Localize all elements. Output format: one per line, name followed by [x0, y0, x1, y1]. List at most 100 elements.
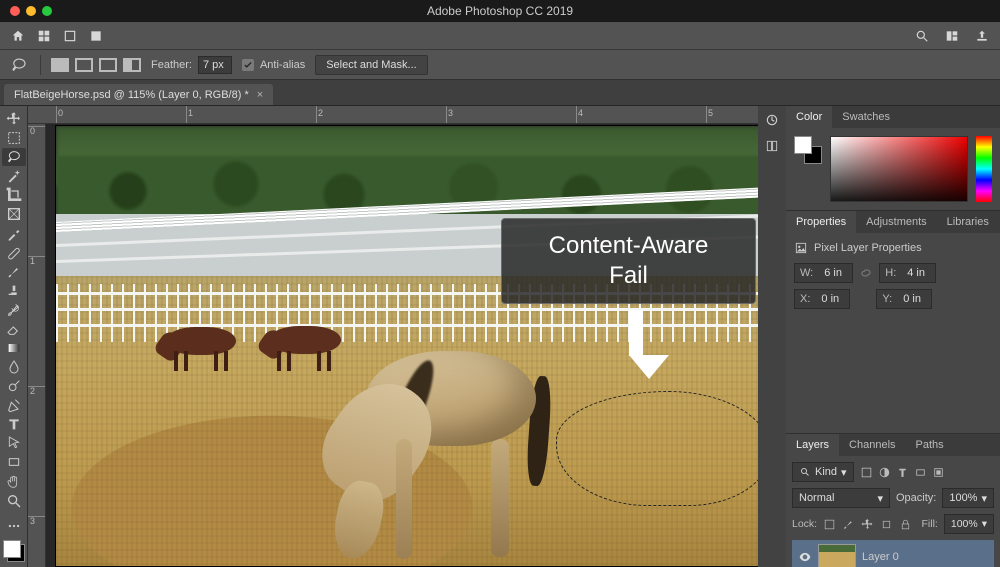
fg-color-swatch[interactable]	[3, 540, 21, 558]
selection-subtract-button[interactable]	[99, 58, 117, 72]
filter-adjust-icon[interactable]	[878, 466, 891, 479]
panel-fg-color[interactable]	[794, 136, 812, 154]
history-brush-tool[interactable]	[2, 301, 26, 319]
antialias-checkbox[interactable]	[242, 59, 254, 71]
tab-libraries[interactable]: Libraries	[937, 211, 999, 233]
document-canvas[interactable]: Content-Aware Fail	[56, 126, 758, 566]
pen-tool[interactable]	[2, 396, 26, 414]
document-tab[interactable]: FlatBeigeHorse.psd @ 115% (Layer 0, RGB/…	[4, 84, 273, 105]
app-title: Adobe Photoshop CC 2019	[0, 4, 1000, 18]
stamp-tool[interactable]	[2, 282, 26, 300]
fill-input[interactable]: 100%▾	[944, 514, 994, 534]
filter-pixel-icon[interactable]	[860, 466, 873, 479]
lock-transparent-icon[interactable]	[823, 518, 836, 531]
path-select-tool[interactable]	[2, 434, 26, 452]
selection-new-button[interactable]	[51, 58, 69, 72]
layer-name[interactable]: Layer 0	[862, 551, 899, 563]
lock-artboard-icon[interactable]	[880, 518, 893, 531]
zoom-window-icon[interactable]	[42, 6, 52, 16]
quick-select-tool[interactable]	[2, 167, 26, 185]
fg-bg-swatch[interactable]	[2, 540, 26, 563]
current-tool-thumb[interactable]	[8, 54, 30, 76]
close-tab-icon[interactable]: ×	[257, 89, 263, 101]
tab-layers[interactable]: Layers	[786, 434, 839, 456]
prop-x[interactable]: X:0 in	[794, 289, 850, 309]
right-panels: Color Swatches Properties Adjustments Li…	[786, 106, 1000, 567]
filter-smart-icon[interactable]	[932, 466, 945, 479]
hand-icon	[6, 474, 22, 490]
feather-input[interactable]	[198, 56, 232, 74]
vertical-ruler[interactable]: 0 1 2 3	[28, 124, 46, 567]
eyedropper-tool[interactable]	[2, 224, 26, 242]
layer-kind-filter[interactable]: Kind ▾	[792, 462, 854, 482]
collapsed-panel-1[interactable]	[762, 110, 782, 130]
workspaces-button[interactable]	[942, 26, 962, 46]
viewport[interactable]: Content-Aware Fail	[46, 124, 758, 567]
marquee-tool[interactable]	[2, 129, 26, 147]
tab-channels[interactable]: Channels	[839, 434, 905, 456]
minimize-window-icon[interactable]	[26, 6, 36, 16]
tab-adjustments[interactable]: Adjustments	[856, 211, 937, 233]
antialias-label: Anti-alias	[260, 59, 305, 71]
link-icon[interactable]	[859, 266, 873, 280]
frame-tool[interactable]	[2, 205, 26, 223]
lock-position-icon[interactable]	[861, 518, 874, 531]
selection-marquee[interactable]	[556, 391, 758, 506]
close-window-icon[interactable]	[10, 6, 20, 16]
search-button[interactable]	[912, 26, 932, 46]
ruler-mark: 1	[188, 108, 193, 118]
selection-add-button[interactable]	[75, 58, 93, 72]
type-tool[interactable]	[2, 415, 26, 433]
collapsed-panel-2[interactable]	[762, 136, 782, 156]
tab-properties[interactable]: Properties	[786, 211, 856, 233]
filter-shape-icon[interactable]	[914, 466, 927, 479]
prop-y[interactable]: Y:0 in	[876, 289, 932, 309]
lock-all-icon[interactable]	[899, 518, 912, 531]
color-panel: Color Swatches	[786, 106, 1000, 211]
tab-swatches[interactable]: Swatches	[832, 106, 900, 128]
tab-color[interactable]: Color	[786, 106, 832, 128]
heal-tool[interactable]	[2, 244, 26, 262]
horizontal-ruler[interactable]: 0 1 2 3 4 5	[28, 106, 758, 124]
visibility-icon[interactable]	[798, 550, 812, 564]
select-and-mask-button[interactable]: Select and Mask...	[315, 55, 428, 75]
crop-tool[interactable]	[2, 186, 26, 204]
dodge-tool[interactable]	[2, 377, 26, 395]
prop-height[interactable]: H:4 in	[879, 263, 936, 283]
blend-mode-select[interactable]: Normal ▾	[792, 488, 890, 508]
hand-tool[interactable]	[2, 472, 26, 490]
eraser-tool[interactable]	[2, 320, 26, 338]
move-tool[interactable]	[2, 110, 26, 128]
lasso-tool[interactable]	[2, 148, 26, 166]
brush-tool[interactable]	[2, 263, 26, 281]
zoom-tool[interactable]	[2, 492, 26, 510]
selection-intersect-button[interactable]	[123, 58, 141, 72]
tab-paths[interactable]: Paths	[906, 434, 954, 456]
gradient-tool[interactable]	[2, 339, 26, 357]
layer-thumbnail[interactable]	[818, 544, 856, 567]
share-button[interactable]	[972, 26, 992, 46]
shape-tool[interactable]	[2, 453, 26, 471]
arrange-button[interactable]	[34, 26, 54, 46]
panel-fgbg-swatch[interactable]	[794, 136, 822, 164]
color-ramp[interactable]	[830, 136, 968, 202]
app-menubar	[0, 22, 1000, 50]
crop-icon	[6, 187, 22, 203]
lock-image-icon[interactable]	[842, 518, 855, 531]
opacity-input[interactable]: 100%▾	[942, 488, 994, 508]
prop-width[interactable]: W:6 in	[794, 263, 853, 283]
hue-bar[interactable]	[976, 136, 992, 202]
stack-button[interactable]	[86, 26, 106, 46]
filter-type-icon[interactable]	[896, 466, 909, 479]
ruler-mark: 4	[578, 108, 583, 118]
ellipsis-icon	[7, 519, 21, 533]
blur-tool[interactable]	[2, 358, 26, 376]
frame-button[interactable]	[60, 26, 80, 46]
lasso-icon	[10, 56, 28, 74]
toolbox	[0, 106, 28, 567]
feather-label: Feather:	[151, 59, 192, 71]
eyedropper-icon	[6, 226, 22, 242]
layer-row[interactable]: Layer 0	[792, 540, 994, 567]
edit-toolbar-button[interactable]	[2, 517, 26, 535]
home-button[interactable]	[8, 26, 28, 46]
